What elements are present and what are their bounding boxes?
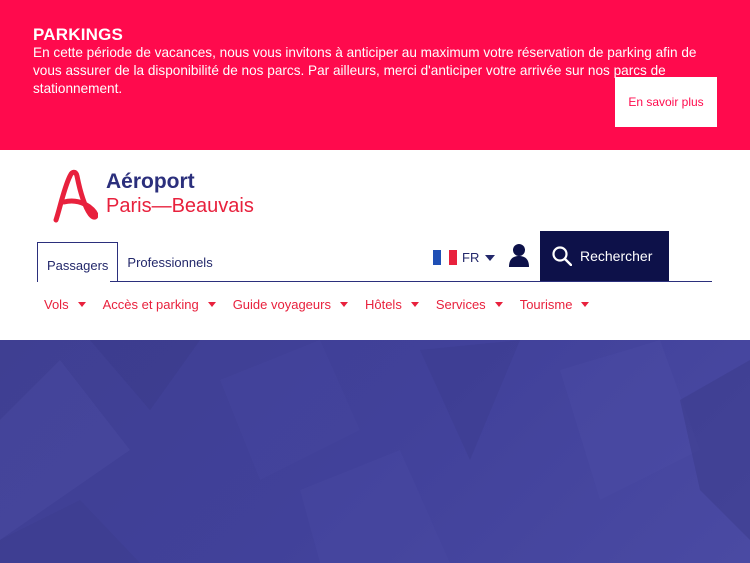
- alert-banner: PARKINGS En cette période de vacances, n…: [0, 0, 750, 150]
- tabs-divider: [110, 281, 712, 282]
- nav-item-services[interactable]: Services: [436, 297, 503, 312]
- nav-item-acces-parking[interactable]: Accès et parking: [103, 297, 216, 312]
- nav-label: Hôtels: [364, 297, 402, 312]
- nav-label: Tourisme: [519, 297, 573, 312]
- nav-item-hotels[interactable]: Hôtels: [365, 297, 419, 312]
- language-selector[interactable]: FR: [433, 250, 496, 265]
- nav-label: Services: [435, 297, 486, 312]
- audience-tabs: Passagers Professionnels: [37, 242, 222, 282]
- chevron-down-icon: [581, 302, 590, 307]
- nav-label: Accès et parking: [102, 297, 199, 312]
- chevron-down-icon: [485, 254, 496, 261]
- nav-item-vols[interactable]: Vols: [44, 297, 86, 312]
- search-label: Rechercher: [580, 248, 653, 264]
- nav-label: Guide voyageurs: [232, 297, 331, 312]
- tab-professionnels[interactable]: Professionnels: [118, 243, 221, 281]
- alert-title: PARKINGS: [33, 25, 124, 44]
- hero-banner: [0, 340, 750, 563]
- learn-more-button[interactable]: En savoir plus: [615, 77, 717, 127]
- site-logo[interactable]: Aéroport Paris—Beauvais: [50, 168, 254, 224]
- logo-title: Aéroport: [106, 170, 195, 193]
- search-icon: [552, 246, 572, 266]
- site-header: Aéroport Paris—Beauvais Passagers Profes…: [0, 150, 750, 340]
- airport-logo-icon: [53, 169, 98, 223]
- chevron-down-icon: [339, 302, 348, 307]
- nav-item-guide-voyageurs[interactable]: Guide voyageurs: [233, 297, 348, 312]
- nav-item-tourisme[interactable]: Tourisme: [520, 297, 590, 312]
- logo-subtitle: Paris—Beauvais: [106, 195, 254, 217]
- chevron-down-icon: [410, 302, 419, 307]
- french-flag-icon: [433, 250, 457, 265]
- main-navigation: Vols Accès et parking Guide voyageurs Hô…: [44, 297, 606, 312]
- chevron-down-icon: [494, 302, 503, 307]
- tab-passagers[interactable]: Passagers: [37, 242, 119, 282]
- user-icon[interactable]: [508, 243, 530, 268]
- language-code: FR: [462, 250, 480, 265]
- hero-background-pattern: [0, 340, 750, 563]
- nav-label: Vols: [44, 297, 69, 312]
- chevron-down-icon: [77, 302, 86, 307]
- search-button[interactable]: Rechercher: [540, 231, 669, 281]
- chevron-down-icon: [207, 302, 216, 307]
